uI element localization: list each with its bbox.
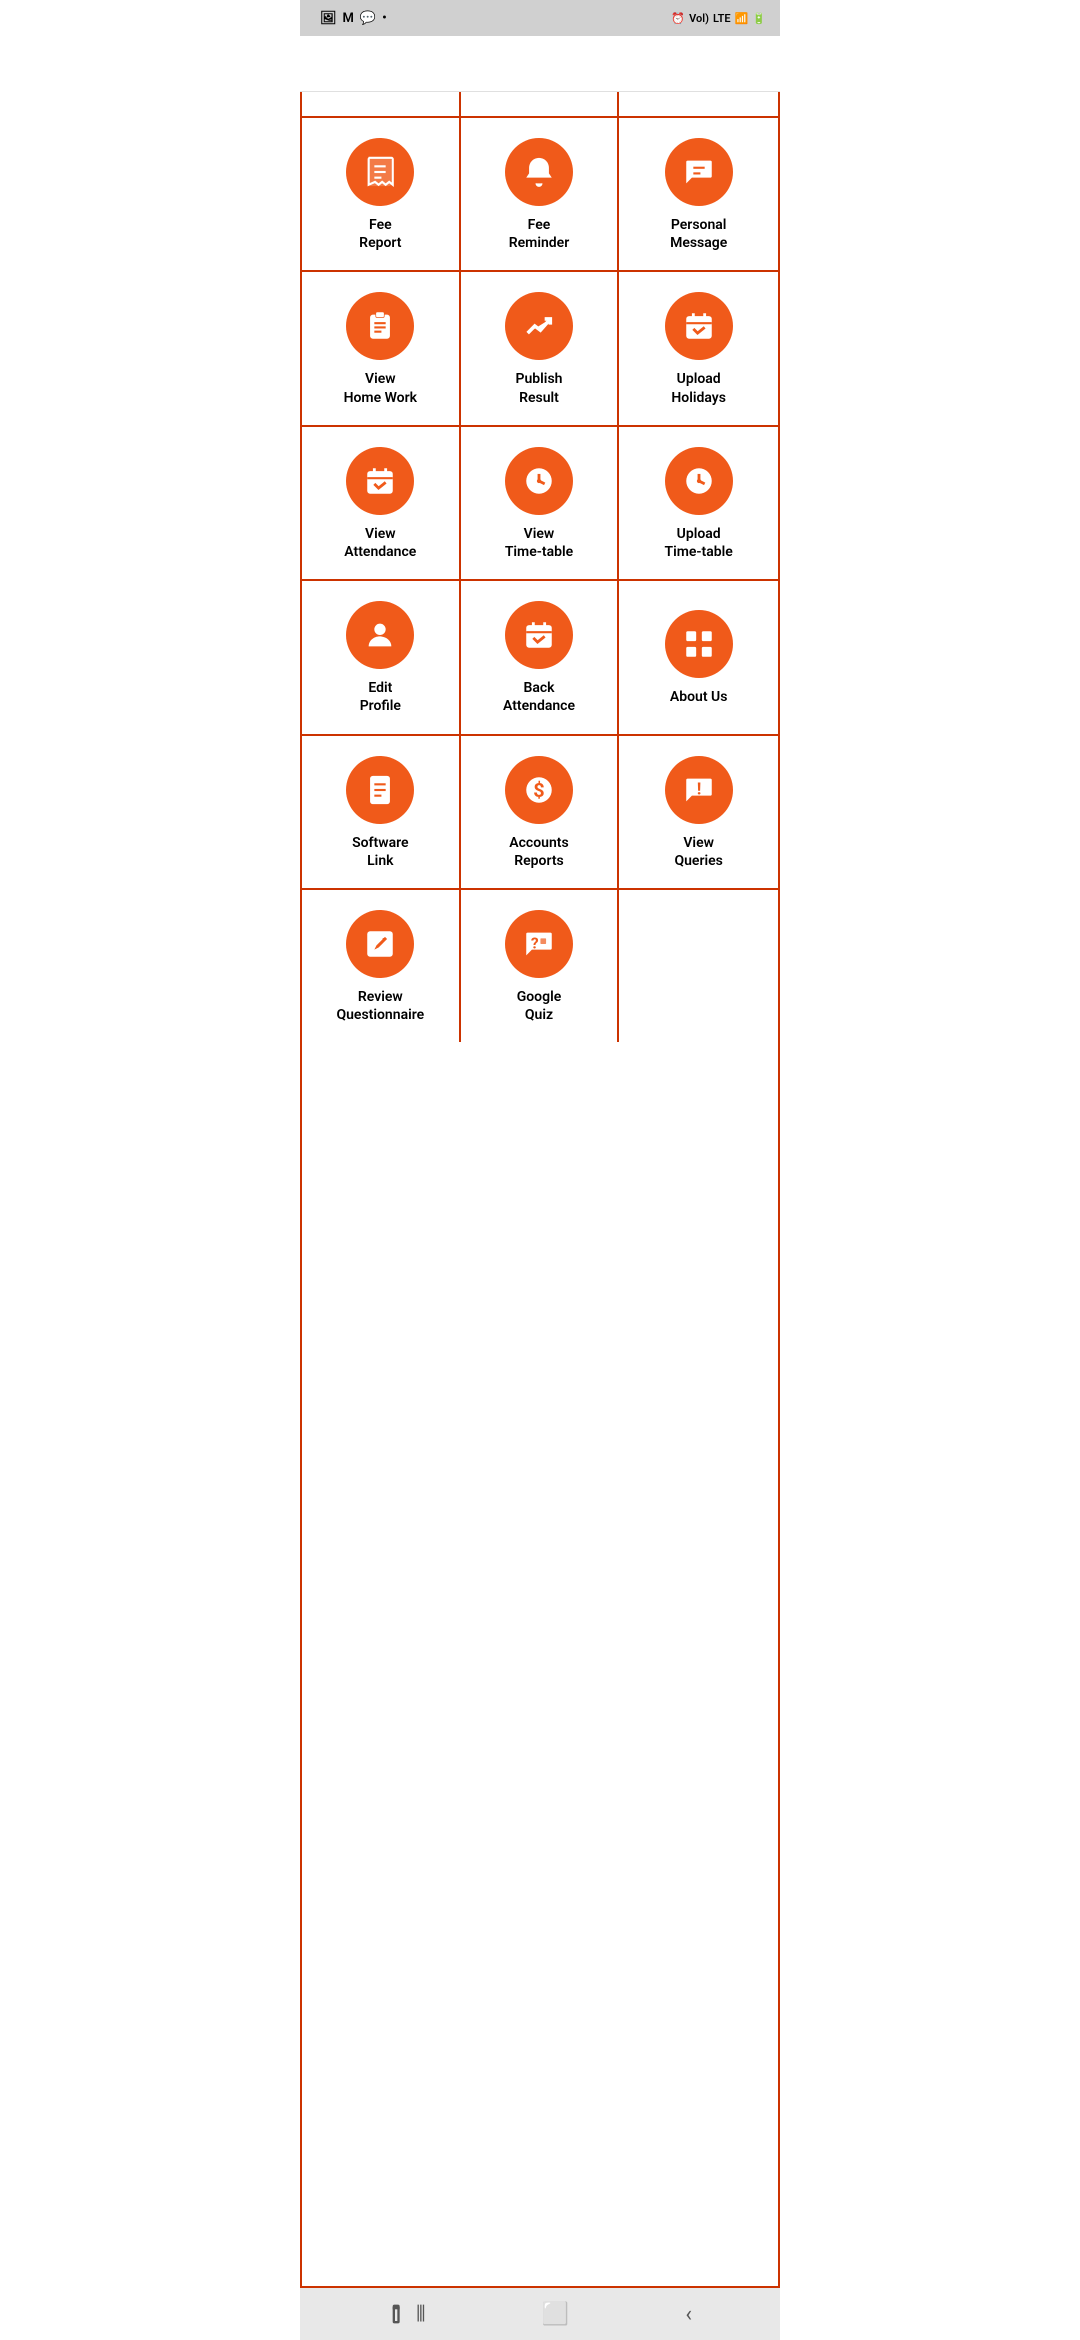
fee-report-icon-circle [346,138,414,206]
grid-cell-google-quiz[interactable]: ? GoogleQuiz [461,890,620,1042]
upload-timetable-label: UploadTime-table [664,525,732,561]
google-quiz-icon-circle: ? [505,910,573,978]
view-home-work-label: ViewHome Work [344,370,417,406]
grid-cell-empty-5-2 [619,890,778,1042]
app-bar [300,36,780,92]
edit-profile-icon-circle [346,601,414,669]
nav-back-button[interactable]: ‹ [685,2302,692,2327]
review-questionnaire-label: ReviewQuestionnaire [336,988,424,1024]
view-queries-icon-circle: ! [665,756,733,824]
grid-cell-view-home-work[interactable]: ViewHome Work [302,272,461,424]
back-attendance-label: BackAttendance [503,679,575,715]
tab-counter[interactable] [619,92,778,116]
fee-reminder-icon-circle [505,138,573,206]
status-vol-icon: Vol) [689,12,709,25]
grid-cell-view-attendance[interactable]: ViewAttendance [302,427,461,579]
nav-recents-icon: ⦀ [416,2302,426,2327]
svg-text:$: $ [533,779,544,802]
grid-row-1: ViewHome Work PublishResult UploadHolidays [302,272,778,426]
grid-cell-fee-report[interactable]: FeeReport [302,118,461,270]
edit-profile-label: EditProfile [360,679,401,715]
upload-timetable-icon-circle [665,447,733,515]
fee-report-label: FeeReport [359,216,401,252]
view-attendance-icon-circle [346,447,414,515]
tab-header [300,92,780,118]
grid-cell-about-us[interactable]: About Us [619,581,778,733]
view-timetable-icon-circle [505,447,573,515]
svg-text:?: ? [531,934,539,952]
svg-text:!: ! [696,779,701,799]
status-alarm-icon: ⏰ [671,12,685,25]
grid-row-0: FeeReport FeeReminder PersonalMessage [302,118,778,272]
nav-bar: ⦀ ⬜ ‹ [300,2288,780,2340]
back-attendance-icon-circle [505,601,573,669]
status-battery-icon: 🔋 [752,12,766,25]
grid-row-2: ViewAttendance ViewTime-table UploadTime-t… [302,427,778,581]
status-image-icon: 🖼 [320,11,337,26]
grid-cell-edit-profile[interactable]: EditProfile [302,581,461,733]
software-link-label: SoftwareLink [352,834,408,870]
grid-cell-view-queries[interactable]: ! ViewQueries [619,736,778,888]
accounts-reports-label: AccountsReports [509,834,568,870]
grid-cell-publish-result[interactable]: PublishResult [461,272,620,424]
grid-row-4: SoftwareLink $ AccountsReports! ViewQueries [302,736,778,890]
tab-reports[interactable] [302,92,461,116]
upload-holidays-icon-circle [665,292,733,360]
publish-result-label: PublishResult [516,370,563,406]
about-us-label: About Us [670,688,728,706]
grid-row-3: EditProfile BackAttendance About Us [302,581,778,735]
upload-holidays-label: UploadHolidays [671,370,726,406]
accounts-reports-icon-circle: $ [505,756,573,824]
status-bar: 🖼 M 💬 • ⏰ Vol) LTE 📶 🔋 [300,0,780,36]
google-quiz-label: GoogleQuiz [517,988,562,1024]
review-questionnaire-icon-circle [346,910,414,978]
nav-back-icon: ‹ [685,2302,692,2327]
status-dot: • [382,11,387,26]
grid-cell-software-link[interactable]: SoftwareLink [302,736,461,888]
view-attendance-label: ViewAttendance [344,525,416,561]
grid-cell-review-questionnaire[interactable]: ReviewQuestionnaire [302,890,461,1042]
nav-home-icon: ⬜ [542,2302,569,2327]
fee-reminder-label: FeeReminder [509,216,570,252]
grid-cell-personal-message[interactable]: PersonalMessage [619,118,778,270]
status-chat-icon: 💬 [360,11,376,26]
status-gmail-icon: M [343,11,354,26]
grid-container: FeeReport FeeReminder PersonalMessage ViewH… [300,118,780,2288]
grid-row-5: ReviewQuestionnaire? GoogleQuiz [302,890,778,1042]
personal-message-icon-circle [665,138,733,206]
grid-cell-fee-reminder[interactable]: FeeReminder [461,118,620,270]
view-timetable-label: ViewTime-table [505,525,573,561]
grid-cell-upload-timetable[interactable]: UploadTime-table [619,427,778,579]
grid-cell-upload-holidays[interactable]: UploadHolidays [619,272,778,424]
publish-result-icon-circle [505,292,573,360]
status-lte-label: LTE [713,12,731,25]
view-home-work-icon-circle [346,292,414,360]
personal-message-label: PersonalMessage [670,216,727,252]
status-signal-icon: 📶 [735,12,749,25]
grid-cell-view-timetable[interactable]: ViewTime-table [461,427,620,579]
tab-users[interactable] [461,92,620,116]
grid-cell-back-attendance[interactable]: BackAttendance [461,581,620,733]
nav-home-button[interactable]: ⬜ [542,2302,569,2327]
view-queries-label: ViewQueries [674,834,722,870]
about-us-icon-circle [665,610,733,678]
software-link-icon-circle [346,756,414,824]
nav-menu-button[interactable]: ⦀ [388,2300,426,2328]
grid-cell-accounts-reports[interactable]: $ AccountsReports [461,736,620,888]
